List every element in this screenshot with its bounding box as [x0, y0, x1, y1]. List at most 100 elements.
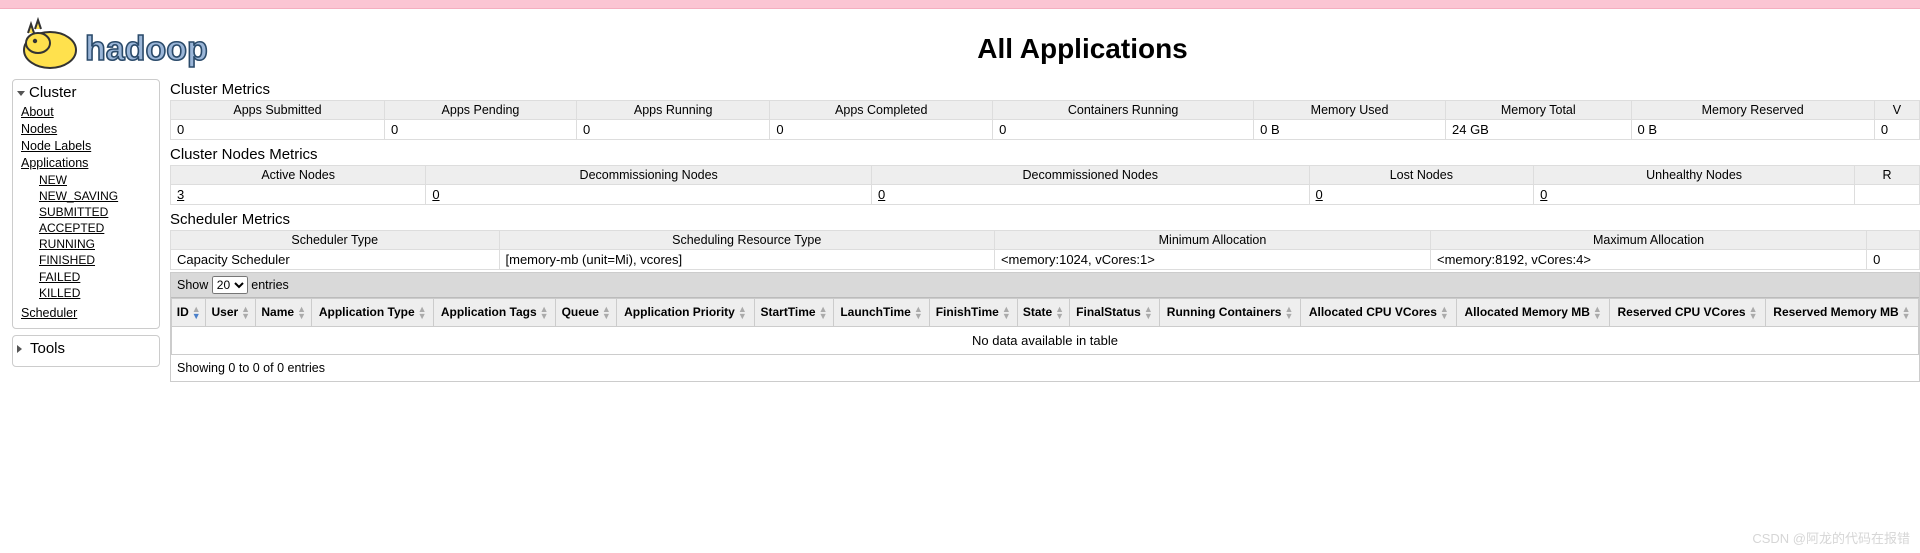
- apps-column-finishtime[interactable]: FinishTime▲▼: [929, 299, 1017, 327]
- scheduler-metrics-cell-0: Capacity Scheduler: [171, 250, 500, 270]
- sidebar-link-accepted[interactable]: ACCEPTED: [39, 220, 151, 236]
- sort-icon: ▲▼: [192, 306, 201, 320]
- apps-column-finalstatus[interactable]: FinalStatus▲▼: [1070, 299, 1160, 327]
- cluster-metrics-table: Apps SubmittedApps PendingApps RunningAp…: [170, 100, 1920, 140]
- cluster-metrics-header-3[interactable]: Apps Completed: [770, 101, 993, 120]
- cluster-metrics-title: Cluster Metrics: [170, 81, 1920, 98]
- sidebar-link-failed[interactable]: FAILED: [39, 269, 151, 285]
- apps-column-application-priority[interactable]: Application Priority▲▼: [617, 299, 755, 327]
- scheduler-metrics-header-3[interactable]: Maximum Allocation: [1431, 231, 1867, 250]
- scheduler-metrics-header-2[interactable]: Minimum Allocation: [994, 231, 1430, 250]
- cluster-metrics-cell-5: 0 B: [1254, 120, 1446, 140]
- sort-icon: ▲▼: [819, 306, 828, 320]
- sort-icon: ▲▼: [540, 306, 549, 320]
- apps-column-reserved-memory-mb[interactable]: Reserved Memory MB▲▼: [1765, 299, 1918, 327]
- sidebar-link-about[interactable]: About: [21, 104, 151, 121]
- sidebar-cluster-heading[interactable]: Cluster: [17, 84, 151, 101]
- nodes-metrics-header-5[interactable]: R: [1855, 166, 1920, 185]
- apps-column-allocated-memory-mb[interactable]: Allocated Memory MB▲▼: [1457, 299, 1610, 327]
- nodes-metrics-cell-4: 0: [1534, 185, 1855, 205]
- nodes-metrics-cell-1: 0: [426, 185, 872, 205]
- sidebar-link-submitted[interactable]: SUBMITTED: [39, 204, 151, 220]
- scheduler-metrics-header-0[interactable]: Scheduler Type: [171, 231, 500, 250]
- cluster-metrics-cell-1: 0: [384, 120, 576, 140]
- apps-column-reserved-cpu-vcores[interactable]: Reserved CPU VCores▲▼: [1610, 299, 1766, 327]
- sidebar-link-scheduler[interactable]: Scheduler: [21, 305, 151, 322]
- sort-icon: ▲▼: [738, 306, 747, 320]
- sidebar: Cluster About Nodes Node Labels Applicat…: [12, 79, 160, 373]
- cluster-metrics-header-6[interactable]: Memory Total: [1446, 101, 1632, 120]
- scheduler-metrics-cell-4: 0: [1867, 250, 1920, 270]
- nodes-metrics-cell-0: 3: [171, 185, 426, 205]
- apps-column-state[interactable]: State▲▼: [1017, 299, 1070, 327]
- apps-column-allocated-cpu-vcores[interactable]: Allocated CPU VCores▲▼: [1301, 299, 1457, 327]
- nodes-metrics-header-1[interactable]: Decommissioning Nodes: [426, 166, 872, 185]
- nodes-metrics-header-4[interactable]: Unhealthy Nodes: [1534, 166, 1855, 185]
- apps-column-user[interactable]: User▲▼: [206, 299, 256, 327]
- sidebar-link-finished[interactable]: FINISHED: [39, 252, 151, 268]
- cluster-metrics-header-2[interactable]: Apps Running: [576, 101, 769, 120]
- apps-column-running-containers[interactable]: Running Containers▲▼: [1159, 299, 1301, 327]
- page-title: All Applications: [255, 33, 1910, 65]
- sort-icon: ▲▼: [418, 306, 427, 320]
- cluster-metrics-header-1[interactable]: Apps Pending: [384, 101, 576, 120]
- cluster-metrics-header-0[interactable]: Apps Submitted: [171, 101, 385, 120]
- top-pink-bar: [0, 0, 1920, 9]
- sort-icon: ▲▼: [1902, 306, 1911, 320]
- length-suffix: entries: [251, 278, 289, 292]
- cluster-metrics-cell-8: 0: [1874, 120, 1919, 140]
- sort-icon: ▲▼: [914, 306, 923, 320]
- scheduler-metrics-header-1[interactable]: Scheduling Resource Type: [499, 231, 994, 250]
- sidebar-link-killed[interactable]: KILLED: [39, 285, 151, 301]
- sidebar-link-new[interactable]: NEW: [39, 172, 151, 188]
- main-content: Cluster Metrics Apps SubmittedApps Pendi…: [170, 75, 1920, 382]
- sort-icon: ▲▼: [1593, 306, 1602, 320]
- applications-table: ID▲▼User▲▼Name▲▼Application Type▲▼Applic…: [171, 298, 1919, 355]
- nodes-metrics-link-2[interactable]: 0: [878, 187, 885, 202]
- sidebar-link-node-labels[interactable]: Node Labels: [21, 138, 151, 155]
- nodes-metrics-header-2[interactable]: Decommissioned Nodes: [872, 166, 1310, 185]
- nodes-metrics-cell-5: [1855, 185, 1920, 205]
- apps-column-name[interactable]: Name▲▼: [256, 299, 312, 327]
- cluster-metrics-cell-0: 0: [171, 120, 385, 140]
- cluster-metrics-header-7[interactable]: Memory Reserved: [1631, 101, 1874, 120]
- scheduler-metrics-cell-3: <memory:8192, vCores:4>: [1431, 250, 1867, 270]
- apps-column-id[interactable]: ID▲▼: [172, 299, 206, 327]
- applications-datatable: Show 20 entries ID▲▼User▲▼Name▲▼Applicat…: [170, 272, 1920, 382]
- app-state-links: NEW NEW_SAVING SUBMITTED ACCEPTED RUNNIN…: [21, 172, 151, 302]
- sort-icon: ▲▼: [241, 306, 250, 320]
- scheduler-metrics-header-4[interactable]: [1867, 231, 1920, 250]
- length-prefix: Show: [177, 278, 208, 292]
- sidebar-link-new-saving[interactable]: NEW_SAVING: [39, 188, 151, 204]
- nodes-metrics-header-3[interactable]: Lost Nodes: [1309, 166, 1534, 185]
- sort-icon: ▲▼: [1440, 306, 1449, 320]
- sidebar-tools-heading[interactable]: Tools: [17, 340, 151, 357]
- svg-text:hadoop: hadoop: [85, 30, 208, 68]
- nodes-metrics-table: Active NodesDecommissioning NodesDecommi…: [170, 165, 1920, 205]
- sidebar-link-applications[interactable]: Applications: [21, 155, 151, 172]
- nodes-metrics-link-3[interactable]: 0: [1316, 187, 1323, 202]
- scheduler-metrics-cell-2: <memory:1024, vCores:1>: [994, 250, 1430, 270]
- sidebar-tools-block: Tools: [12, 335, 160, 367]
- apps-column-application-type[interactable]: Application Type▲▼: [312, 299, 434, 327]
- scheduler-metrics-table: Scheduler TypeScheduling Resource TypeMi…: [170, 230, 1920, 270]
- cluster-metrics-header-4[interactable]: Containers Running: [993, 101, 1254, 120]
- sort-icon: ▲▼: [1002, 306, 1011, 320]
- nodes-metrics-cell-2: 0: [872, 185, 1310, 205]
- apps-column-queue[interactable]: Queue▲▼: [556, 299, 617, 327]
- apps-column-starttime[interactable]: StartTime▲▼: [754, 299, 834, 327]
- nodes-metrics-link-1[interactable]: 0: [432, 187, 439, 202]
- cluster-metrics-header-8[interactable]: V: [1874, 101, 1919, 120]
- sidebar-link-running[interactable]: RUNNING: [39, 236, 151, 252]
- cluster-metrics-cell-2: 0: [576, 120, 769, 140]
- nodes-metrics-link-4[interactable]: 0: [1540, 187, 1547, 202]
- nodes-metrics-cell-3: 0: [1309, 185, 1534, 205]
- nodes-metrics-header-0[interactable]: Active Nodes: [171, 166, 426, 185]
- apps-column-launchtime[interactable]: LaunchTime▲▼: [834, 299, 930, 327]
- nodes-metrics-link-0[interactable]: 3: [177, 187, 184, 202]
- length-select[interactable]: 20: [212, 276, 248, 294]
- apps-column-application-tags[interactable]: Application Tags▲▼: [434, 299, 556, 327]
- sort-icon: ▲▼: [602, 306, 611, 320]
- sidebar-link-nodes[interactable]: Nodes: [21, 121, 151, 138]
- cluster-metrics-header-5[interactable]: Memory Used: [1254, 101, 1446, 120]
